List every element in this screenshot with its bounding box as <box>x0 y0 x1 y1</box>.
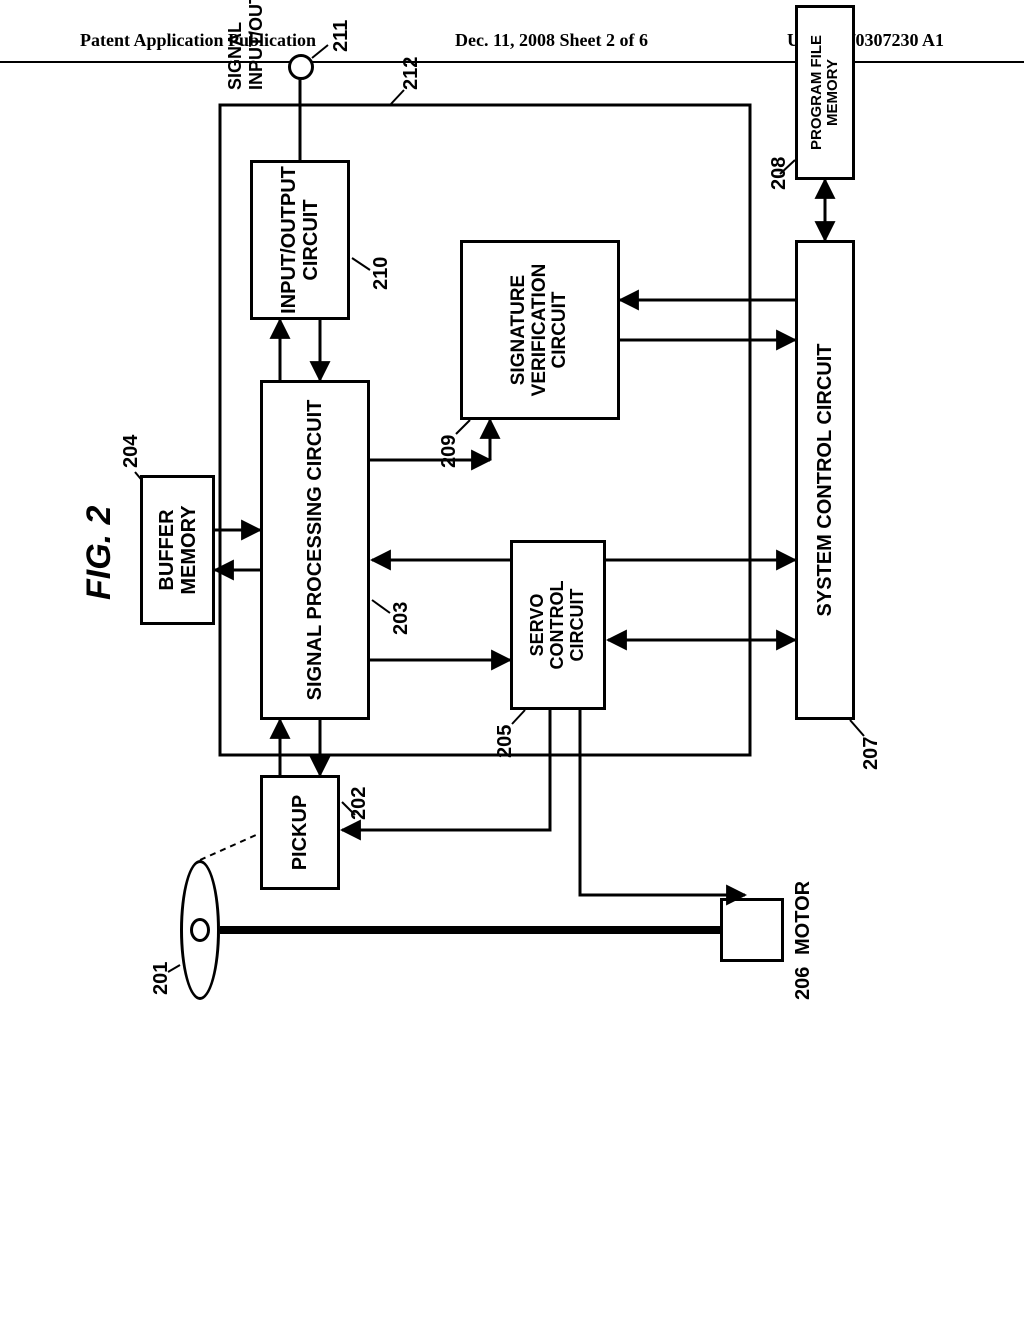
signature-verification-block: SIGNATURE VERIFICATION CIRCUIT <box>460 240 620 420</box>
wire <box>580 710 745 895</box>
spindle-shaft <box>220 926 720 934</box>
leader <box>456 420 470 434</box>
ref-208: 208 <box>768 157 791 190</box>
ref-203: 203 <box>390 602 413 635</box>
leader <box>850 720 864 736</box>
leader <box>390 90 404 105</box>
ref-212: 212 <box>400 57 423 90</box>
wire <box>342 710 550 830</box>
leader <box>352 258 370 270</box>
ref-206: 206 <box>792 967 815 1000</box>
signal-io-label: SIGNAL INPUT/OUTPUT <box>225 0 267 90</box>
ref-209: 209 <box>438 435 461 468</box>
disc-pickup-dashed <box>200 835 256 860</box>
figure-label: FIG. 2 <box>80 506 119 600</box>
leader <box>372 600 390 613</box>
system-control-block: SYSTEM CONTROL CIRCUIT <box>795 240 855 720</box>
servo-control-block: SERVO CONTROL CIRCUIT <box>510 540 606 710</box>
motor-label: MOTOR <box>792 881 815 955</box>
disc-center <box>190 918 210 942</box>
ref-202: 202 <box>348 787 371 820</box>
ref-205: 205 <box>494 725 517 758</box>
io-terminal <box>288 54 314 80</box>
ref-210: 210 <box>370 257 393 290</box>
ref-204: 204 <box>120 435 143 468</box>
ref-201: 201 <box>150 962 173 995</box>
signal-processing-block: SIGNAL PROCESSING CIRCUIT <box>260 380 370 720</box>
motor-block <box>720 898 784 962</box>
leader <box>512 710 525 724</box>
ref-211: 211 <box>330 20 353 52</box>
ref-207: 207 <box>860 737 883 770</box>
leader <box>312 45 328 58</box>
buffer-memory-block: BUFFER MEMORY <box>140 475 215 625</box>
io-circuit-block: INPUT/OUTPUT CIRCUIT <box>250 160 350 320</box>
program-file-memory-block: PROGRAM FILE MEMORY <box>795 5 855 180</box>
pickup-block: PICKUP <box>260 775 340 890</box>
